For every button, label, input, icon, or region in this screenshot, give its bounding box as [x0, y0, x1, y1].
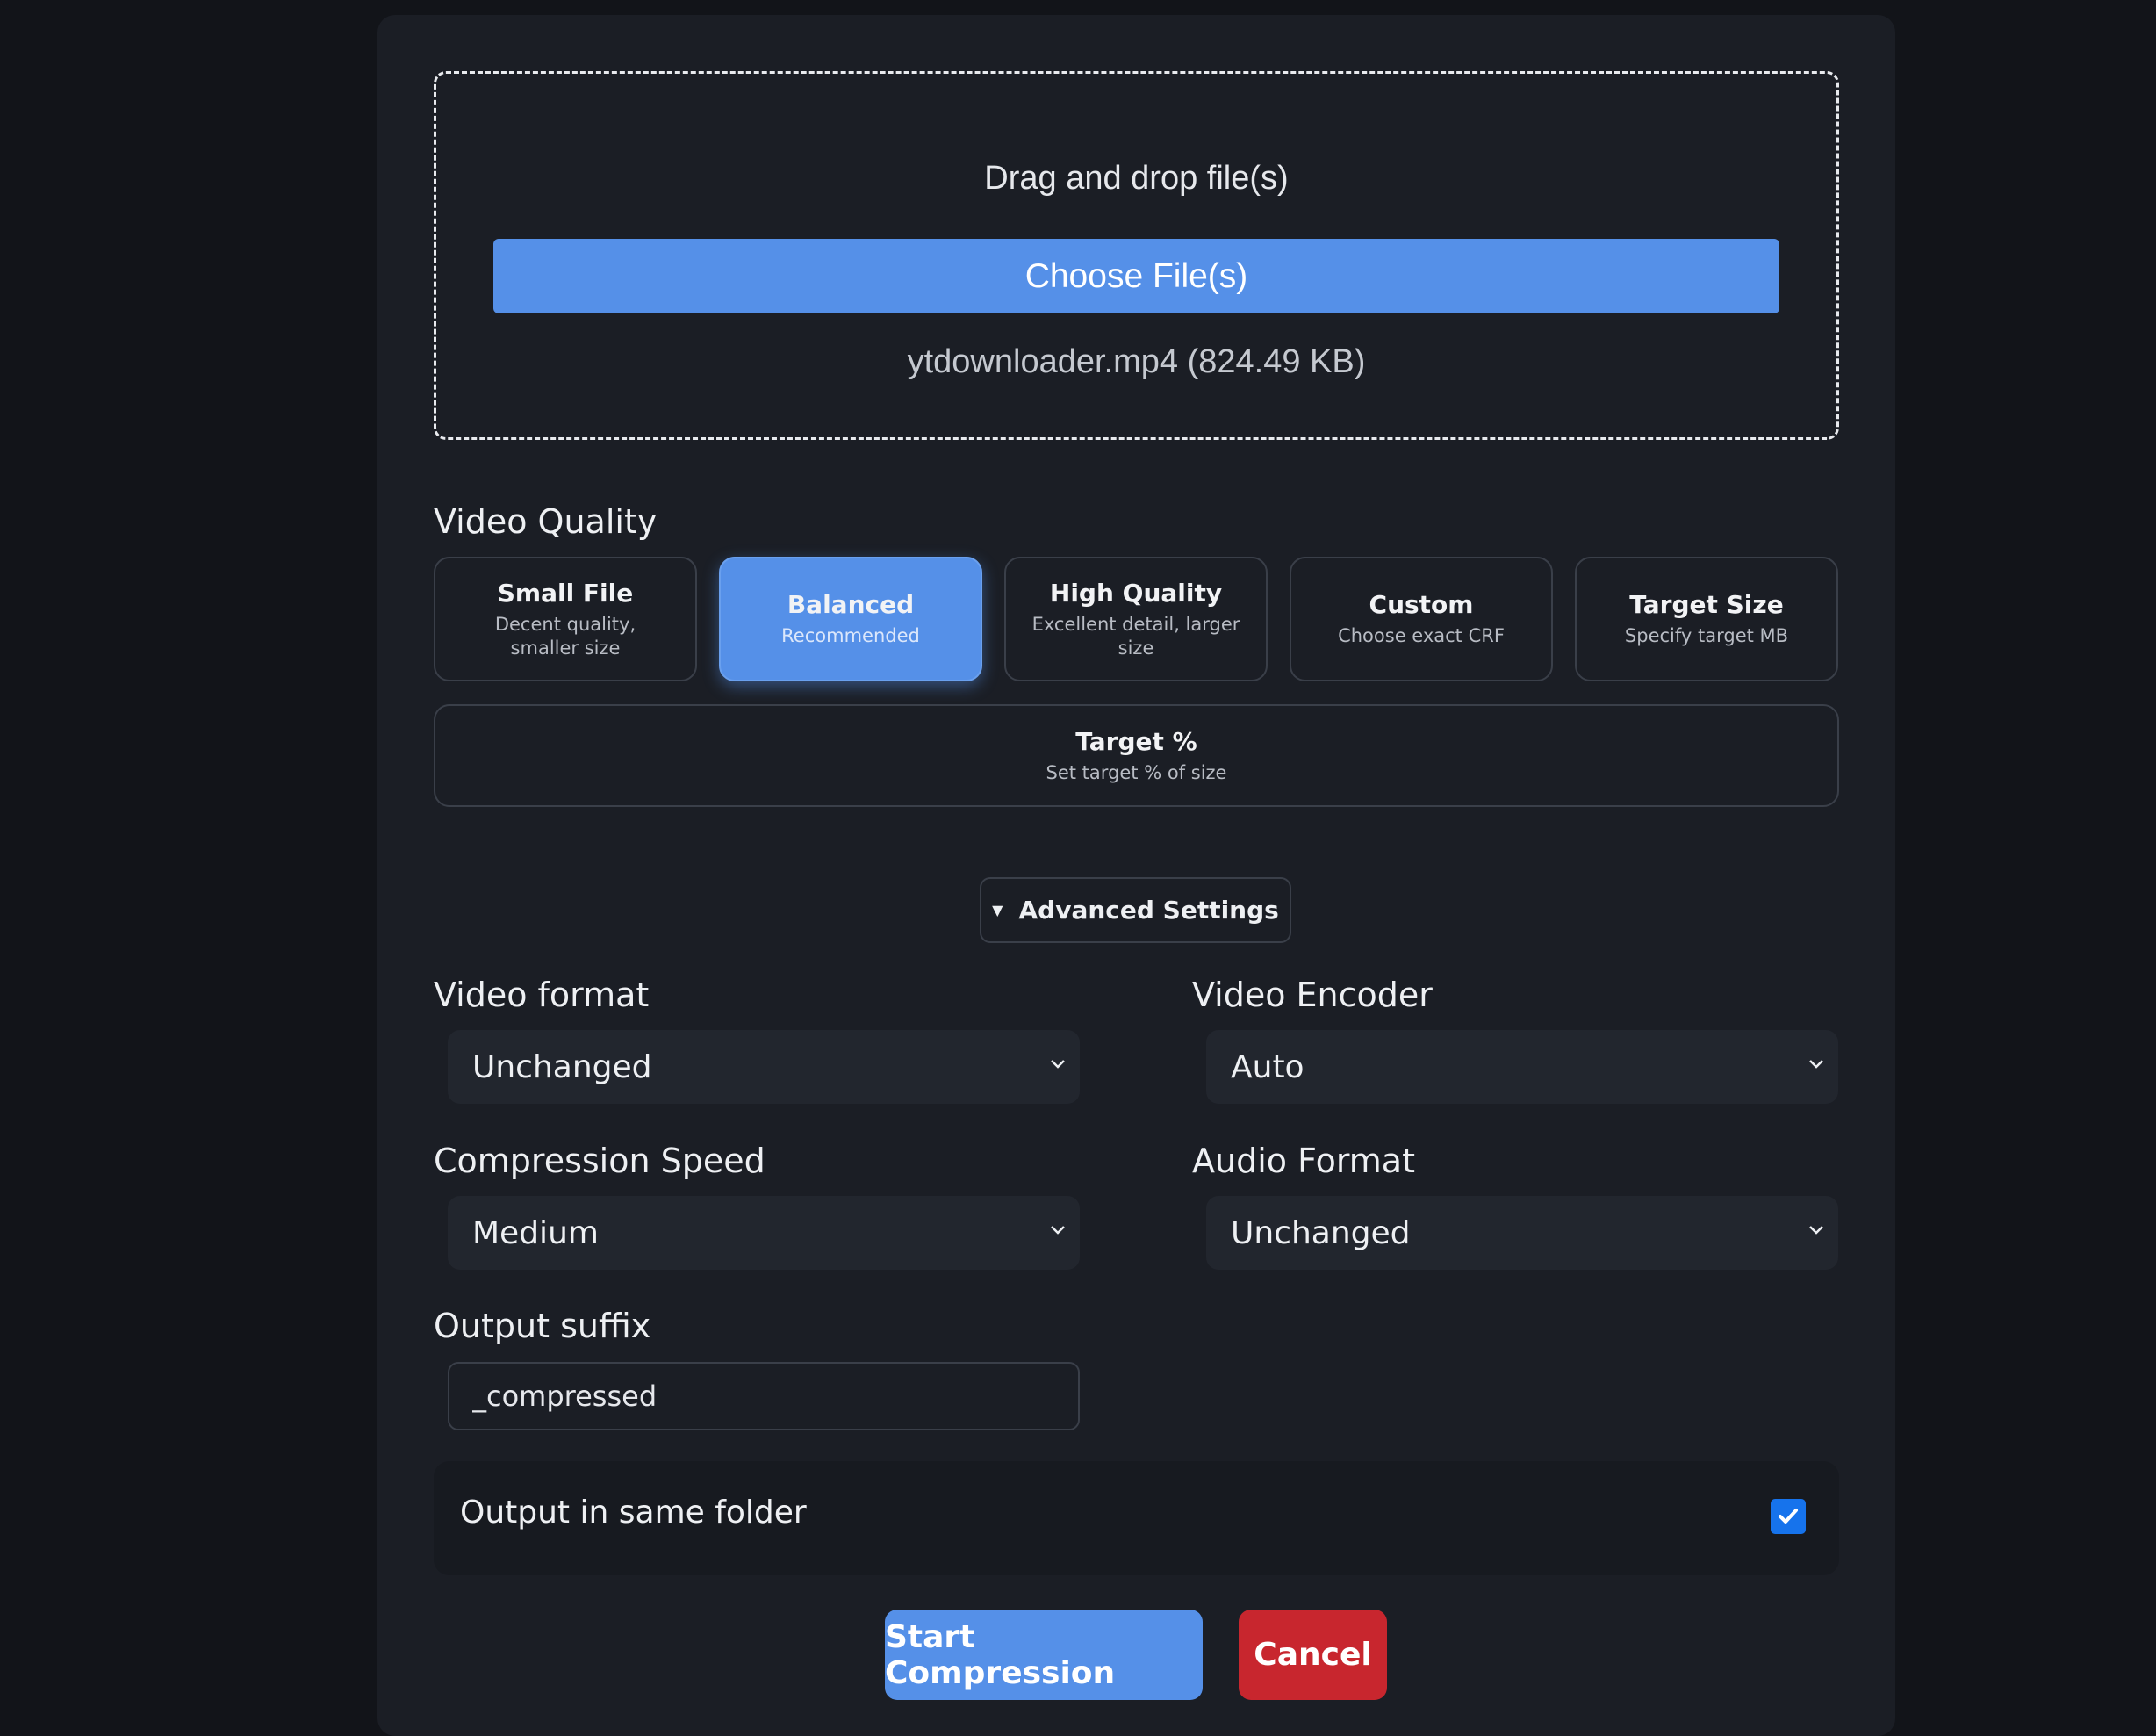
quality-option-target-size[interactable]: Target Size Specify target MB: [1575, 557, 1838, 681]
video-format-label: Video format: [434, 976, 650, 1014]
quality-option-desc: Specify target MB: [1624, 625, 1789, 647]
audio-format-select[interactable]: Unchanged: [1206, 1196, 1838, 1270]
file-dropzone[interactable]: Drag and drop file(s) Choose File(s) ytd…: [434, 71, 1839, 440]
quality-option-title: High Quality: [1049, 579, 1223, 609]
triangle-down-icon: ▼: [992, 902, 1003, 918]
quality-option-title: Balanced: [787, 590, 915, 620]
quality-option-title: Target %: [1075, 726, 1197, 756]
choose-files-button[interactable]: Choose File(s): [493, 239, 1779, 313]
quality-option-desc: Excellent detail, larger size: [1031, 614, 1240, 659]
compression-speed-label: Compression Speed: [434, 1142, 765, 1180]
compression-speed-select[interactable]: Medium: [448, 1196, 1080, 1270]
start-compression-button[interactable]: Start Compression: [885, 1610, 1203, 1700]
chevron-down-icon: [1809, 1226, 1823, 1235]
video-encoder-select[interactable]: Auto: [1206, 1030, 1838, 1104]
cancel-button[interactable]: Cancel: [1239, 1610, 1387, 1700]
quality-option-desc: Set target % of size: [1046, 761, 1227, 783]
output-suffix-input[interactable]: [448, 1362, 1080, 1430]
dropzone-title: Drag and drop file(s): [984, 160, 1289, 197]
chevron-down-icon: [1051, 1226, 1065, 1235]
video-encoder-label: Video Encoder: [1192, 976, 1433, 1014]
chevron-down-icon: [1051, 1060, 1065, 1069]
quality-option-title: Custom: [1369, 590, 1474, 620]
audio-format-value: Unchanged: [1231, 1214, 1411, 1251]
quality-option-desc: Choose exact CRF: [1338, 625, 1505, 647]
video-quality-label: Video Quality: [434, 502, 658, 541]
chevron-down-icon: [1809, 1060, 1823, 1069]
same-folder-label: Output in same folder: [460, 1495, 807, 1531]
same-folder-row[interactable]: Output in same folder: [434, 1461, 1839, 1575]
quality-option-high-quality[interactable]: High Quality Excellent detail, larger si…: [1004, 557, 1268, 681]
output-suffix-label: Output suffix: [434, 1307, 651, 1345]
audio-format-label: Audio Format: [1192, 1142, 1415, 1180]
selected-file-info: ytdownloader.mp4 (824.49 KB): [907, 343, 1366, 380]
same-folder-checkbox[interactable]: [1771, 1499, 1806, 1534]
video-format-select[interactable]: Unchanged: [448, 1030, 1080, 1104]
quality-option-title: Target Size: [1629, 590, 1784, 620]
advanced-settings-toggle[interactable]: ▼ Advanced Settings: [980, 877, 1291, 943]
quality-option-target-percent[interactable]: Target % Set target % of size: [434, 704, 1839, 807]
checkmark-icon: [1779, 1509, 1798, 1524]
quality-option-small-file[interactable]: Small File Decent quality, smaller size: [434, 557, 697, 681]
quality-option-title: Small File: [497, 579, 634, 609]
quality-option-custom[interactable]: Custom Choose exact CRF: [1290, 557, 1553, 681]
quality-option-desc: Decent quality, smaller size: [494, 614, 636, 659]
video-format-value: Unchanged: [472, 1048, 652, 1085]
quality-option-balanced[interactable]: Balanced Recommended: [719, 557, 982, 681]
advanced-settings-label: Advanced Settings: [1018, 896, 1279, 925]
compression-speed-value: Medium: [472, 1214, 599, 1251]
quality-option-desc: Recommended: [781, 625, 920, 647]
video-encoder-value: Auto: [1231, 1048, 1304, 1085]
